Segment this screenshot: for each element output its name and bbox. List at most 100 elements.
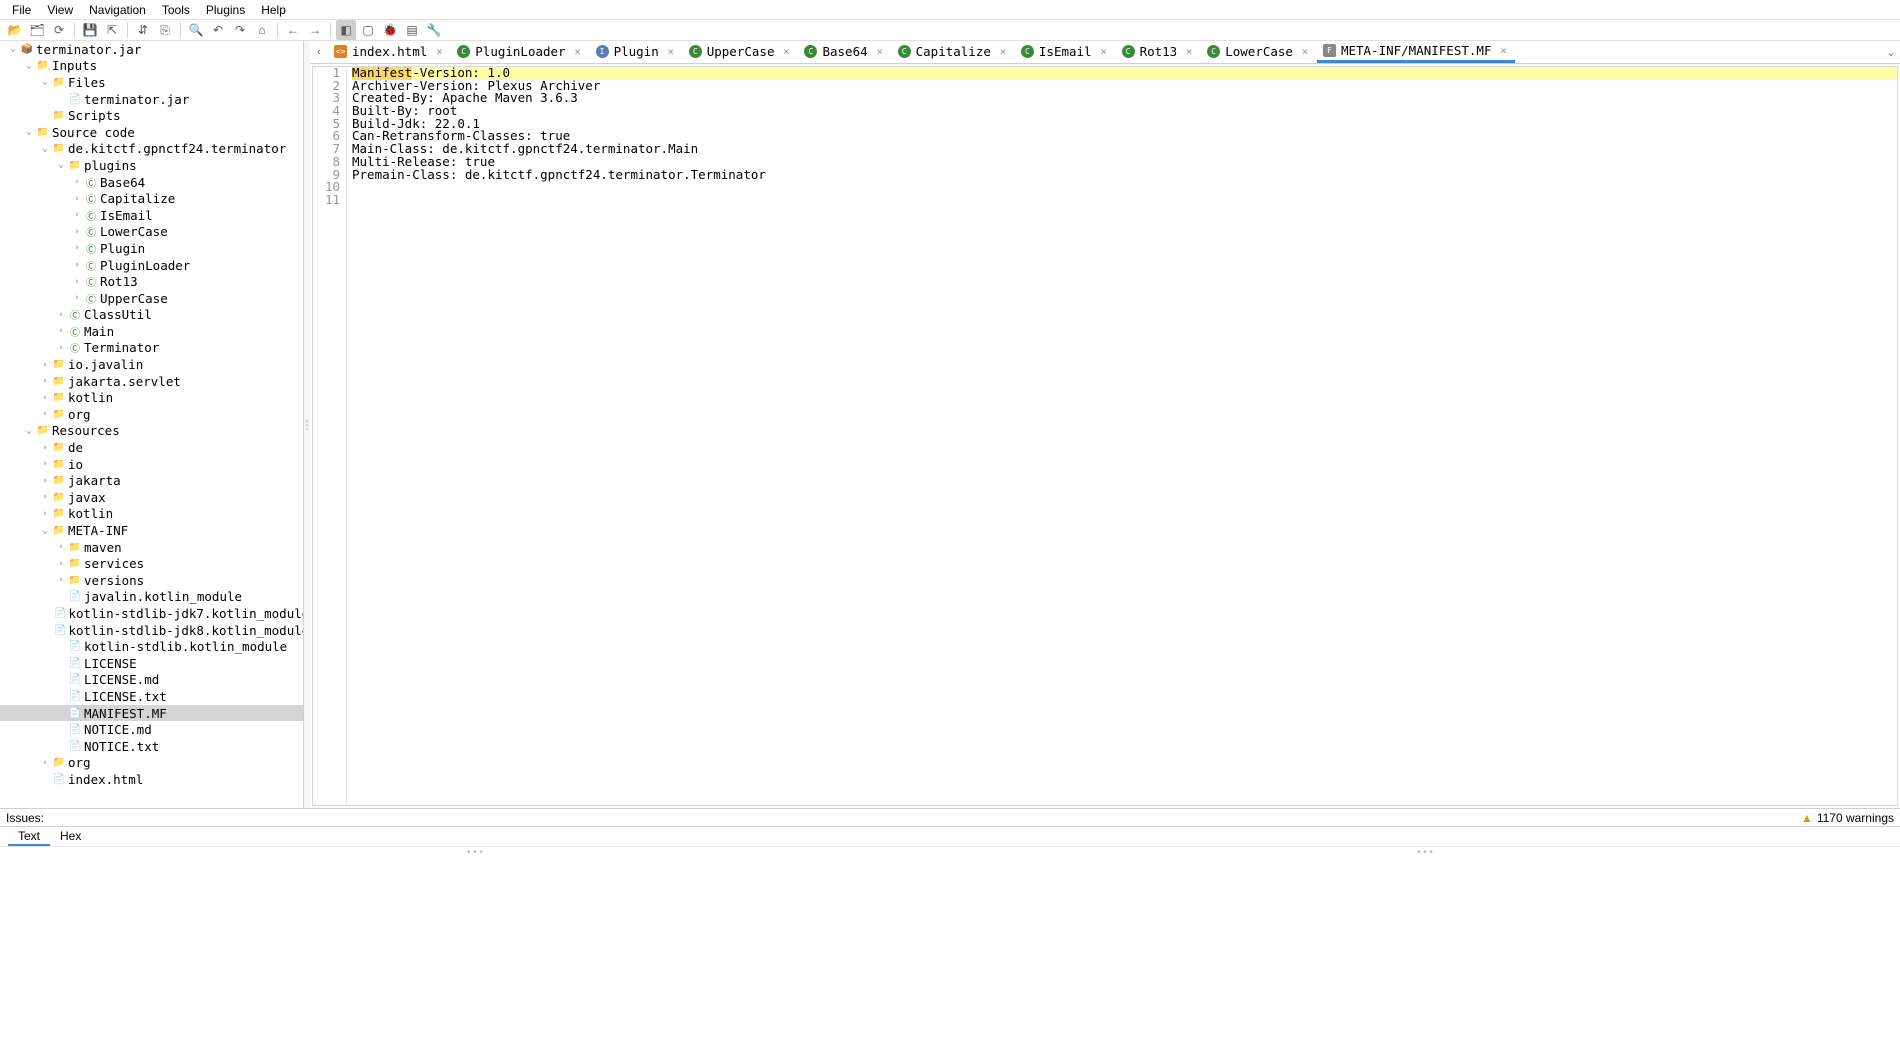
tree-item[interactable]: ›📁io.javalin — [0, 356, 303, 373]
close-icon[interactable]: × — [997, 45, 1009, 58]
menu-view[interactable]: View — [39, 1, 81, 19]
tree-item[interactable]: ›ⒸCapitalize — [0, 190, 303, 207]
expand-icon[interactable]: › — [38, 476, 52, 486]
code-editor[interactable]: 1234567891011 Manifest-Version: 1.0Archi… — [312, 66, 1898, 806]
expand-icon[interactable]: › — [70, 260, 84, 270]
collapse-icon[interactable]: ⌄ — [22, 61, 36, 71]
expand-icon[interactable]: › — [70, 210, 84, 220]
tree-item[interactable]: 📄javalin.kotlin_module — [0, 589, 303, 606]
expand-icon[interactable]: › — [38, 443, 52, 453]
forward-search-icon[interactable]: ↷ — [230, 20, 250, 40]
tree-item[interactable]: 📄kotlin-stdlib.kotlin_module — [0, 638, 303, 655]
tree-item[interactable]: 📄LICENSE — [0, 655, 303, 672]
close-icon[interactable]: × — [1497, 44, 1509, 57]
menu-help[interactable]: Help — [253, 1, 294, 19]
tree-item[interactable]: ›ⒸBase64 — [0, 174, 303, 191]
smali-icon[interactable]: ◧ — [336, 20, 356, 40]
close-icon[interactable]: × — [1183, 45, 1195, 58]
open-icon[interactable]: 📂 — [5, 20, 25, 40]
tree-item[interactable]: 📄index.html — [0, 771, 303, 788]
expand-icon[interactable]: › — [38, 393, 52, 403]
tab-menu-dropdown[interactable]: ⌄ — [1882, 46, 1900, 59]
tree-item[interactable]: ›📁kotlin — [0, 506, 303, 523]
tree-item[interactable]: ›📁versions — [0, 572, 303, 589]
tree-item[interactable]: ›📁maven — [0, 539, 303, 556]
code-line[interactable]: Build-Jdk: 22.0.1 — [352, 118, 1897, 131]
tree-item[interactable]: ›📁org — [0, 406, 303, 423]
tree-item[interactable]: ›ⒸPlugin — [0, 240, 303, 257]
tree-item[interactable]: ›📁org — [0, 755, 303, 772]
expand-icon[interactable]: › — [70, 227, 84, 237]
tree-item[interactable]: 📄kotlin-stdlib-jdk8.kotlin_module — [0, 622, 303, 639]
expand-icon[interactable]: › — [54, 343, 68, 353]
tree-item[interactable]: ⌄📦terminator.jar — [0, 41, 303, 58]
close-icon[interactable]: × — [874, 45, 886, 58]
menu-navigation[interactable]: Navigation — [81, 1, 154, 19]
tree-item[interactable]: ⌄📁Resources — [0, 423, 303, 440]
editor-tab[interactable]: <>index.html× — [328, 41, 451, 63]
editor-tab[interactable]: CIsEmail× — [1015, 41, 1116, 63]
nav-back-icon[interactable]: ← — [283, 20, 303, 40]
tree-item[interactable]: ›ⒸPluginLoader — [0, 257, 303, 274]
home-icon[interactable]: ⌂ — [252, 20, 272, 40]
close-icon[interactable]: × — [433, 45, 445, 58]
warnings-count[interactable]: 1170 warnings — [1817, 811, 1894, 825]
tree-item[interactable]: ›📁javax — [0, 489, 303, 506]
view-tab-text[interactable]: Text — [8, 829, 50, 844]
code-line[interactable]: Archiver-Version: Plexus Archiver — [352, 80, 1897, 93]
tree-item[interactable]: ›📁jakarta — [0, 472, 303, 489]
tree-item[interactable]: ›ⒸMain — [0, 323, 303, 340]
code-line[interactable] — [352, 181, 1897, 194]
usages-icon[interactable]: ⎘ — [155, 20, 175, 40]
editor-tab[interactable]: CRot13× — [1116, 41, 1202, 63]
tree-item[interactable]: ›📁kotlin — [0, 389, 303, 406]
tree-item[interactable]: ⌄📁de.kitctf.gpnctf24.terminator — [0, 141, 303, 158]
bottom-split-handles[interactable]: • • • • • • — [0, 846, 1900, 859]
collapse-icon[interactable]: ⌄ — [22, 426, 36, 436]
close-icon[interactable]: × — [1299, 45, 1311, 58]
collapse-icon[interactable]: ⌄ — [38, 526, 52, 536]
tree-item[interactable]: ⌄📁META-INF — [0, 522, 303, 539]
tree-item[interactable]: ›📁de — [0, 439, 303, 456]
expand-icon[interactable]: › — [38, 376, 52, 386]
menu-file[interactable]: File — [4, 1, 39, 19]
tree-item[interactable]: 📄MANIFEST.MF — [0, 705, 303, 722]
expand-icon[interactable]: › — [70, 243, 84, 253]
tree-item[interactable]: ›ⒸTerminator — [0, 340, 303, 357]
back-search-icon[interactable]: ↶ — [208, 20, 228, 40]
tree-item[interactable]: ›ⒸRot13 — [0, 273, 303, 290]
close-icon[interactable]: × — [780, 45, 792, 58]
code-line[interactable]: Premain-Class: de.kitctf.gpnctf24.termin… — [352, 169, 1897, 182]
project-tree[interactable]: ⌄📦terminator.jar⌄📁Inputs⌄📁Files📄terminat… — [0, 41, 304, 808]
expand-icon[interactable]: › — [70, 277, 84, 287]
tree-item[interactable]: ⌄📁Source code — [0, 124, 303, 141]
expand-icon[interactable]: › — [38, 509, 52, 519]
search-icon[interactable]: 🔍 — [186, 20, 206, 40]
expand-icon[interactable]: › — [54, 575, 68, 585]
tree-item[interactable]: 📄terminator.jar — [0, 91, 303, 108]
editor-tab[interactable]: CPluginLoader× — [451, 41, 589, 63]
expand-icon[interactable]: › — [38, 492, 52, 502]
code-line[interactable]: Created-By: Apache Maven 3.6.3 — [352, 92, 1897, 105]
tree-item[interactable]: 📄LICENSE.md — [0, 672, 303, 689]
settings-icon[interactable]: ▤ — [402, 20, 422, 40]
editor-tab[interactable]: FMETA-INF/MANIFEST.MF× — [1317, 41, 1516, 63]
log-icon[interactable]: 🔧 — [424, 20, 444, 40]
collapse-icon[interactable]: ⌄ — [22, 127, 36, 137]
menu-plugins[interactable]: Plugins — [198, 1, 253, 19]
expand-icon[interactable]: › — [38, 459, 52, 469]
drag-handle-icon[interactable]: • • • — [950, 847, 1900, 859]
code-line[interactable]: Built-By: root — [352, 105, 1897, 118]
deobfuscate-icon[interactable]: ⇵ — [133, 20, 153, 40]
tree-item[interactable]: ⌄📁plugins — [0, 157, 303, 174]
expand-icon[interactable]: › — [70, 177, 84, 187]
editor-tab[interactable]: CUpperCase× — [683, 41, 799, 63]
open-project-icon[interactable]: 🗂 — [27, 20, 47, 40]
decompile-icon[interactable]: ▢ — [358, 20, 378, 40]
expand-icon[interactable]: › — [38, 758, 52, 768]
expand-icon[interactable]: › — [54, 310, 68, 320]
tree-item[interactable]: ›📁services — [0, 555, 303, 572]
tree-item[interactable]: ›ⒸUpperCase — [0, 290, 303, 307]
debug-icon[interactable]: 🐞 — [380, 20, 400, 40]
collapse-icon[interactable]: ⌄ — [38, 77, 52, 87]
